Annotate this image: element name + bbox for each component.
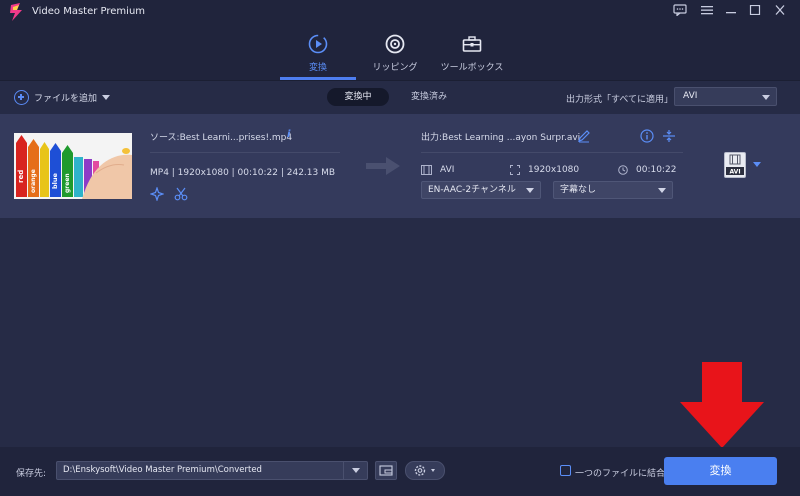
source-meta: MP4 | 1920x1080 | 00:10:22 | 242.13 MB: [150, 168, 336, 178]
add-icon: [14, 89, 29, 105]
thumb-label-green: green: [64, 173, 71, 193]
open-folder-button[interactable]: [375, 461, 397, 480]
save-path-input[interactable]: D:\Enskysoft\Video Master Premium\Conver…: [56, 461, 368, 480]
output-format-text: AVI: [440, 165, 455, 175]
folder-icon: [379, 465, 393, 476]
maximize-icon[interactable]: [746, 4, 764, 20]
output-duration-info: 00:10:22: [618, 165, 676, 175]
merge-files-label[interactable]: 一つのファイルに結合: [575, 466, 665, 479]
chevron-down-icon: [658, 188, 666, 193]
resize-icon: [510, 165, 520, 175]
minimize-icon[interactable]: [722, 4, 740, 20]
scissors-icon[interactable]: [174, 187, 188, 201]
source-divider: [150, 152, 340, 153]
source-file-name: ソース:Best Learni...prises!.mp4: [150, 133, 293, 143]
audio-track-select[interactable]: EN-AAC-2チャンネル: [421, 181, 541, 199]
tab-convert-label: 変換: [308, 63, 327, 73]
compress-icon[interactable]: [662, 129, 676, 143]
feedback-icon[interactable]: [671, 4, 689, 20]
save-location-label: 保存先:: [16, 469, 47, 479]
settings-button[interactable]: [405, 461, 445, 480]
app-logo-icon: [10, 3, 22, 21]
tab-convert[interactable]: 変換: [280, 30, 356, 78]
output-resolution-text: 1920x1080: [528, 165, 580, 175]
close-icon[interactable]: [771, 4, 789, 20]
tab-ripping[interactable]: リッピング: [357, 30, 433, 78]
clock-icon: [618, 165, 628, 175]
chevron-down-icon: [762, 95, 770, 100]
gear-icon: [414, 465, 426, 476]
output-resolution-info: 1920x1080: [510, 165, 579, 175]
enhance-icon[interactable]: [150, 187, 164, 201]
subtitle-value: 字幕なし: [560, 185, 597, 195]
format-chevron-down-icon[interactable]: [753, 162, 761, 167]
chevron-down-icon: [526, 188, 534, 193]
merge-files-checkbox[interactable]: [560, 465, 571, 476]
output-duration-text: 00:10:22: [636, 165, 677, 175]
tab-toolbox[interactable]: ツールボックス: [434, 30, 510, 78]
film-icon: [421, 165, 432, 175]
add-file-label: ファイルを追加: [34, 93, 98, 104]
output-format-label: 出力形式「すべてに適用」:: [566, 95, 677, 105]
output-format-value: AVI: [683, 91, 698, 101]
thumb-label-blue: blue: [51, 172, 59, 189]
output-format-info: AVI: [421, 165, 454, 175]
output-divider: [421, 152, 683, 153]
tab-converting[interactable]: 変換中: [327, 88, 389, 106]
audio-track-value: EN-AAC-2チャンネル: [428, 185, 516, 195]
toolbar-divider: [0, 80, 800, 81]
thumb-label-red: red: [17, 170, 25, 183]
tab-ripping-label: リッピング: [372, 63, 418, 73]
info-icon[interactable]: i: [287, 129, 295, 140]
format-badge-text: AVI: [729, 169, 740, 176]
toolbox-icon: [462, 36, 482, 52]
chevron-down-icon: [352, 468, 360, 473]
chevron-down-icon: [102, 94, 111, 100]
tab-converted[interactable]: 変換済み: [398, 88, 460, 106]
info-circle-icon[interactable]: [640, 129, 654, 143]
menu-icon[interactable]: [698, 4, 716, 20]
chevron-down-icon: [431, 469, 435, 472]
red-arrow-down-icon: [680, 362, 764, 448]
save-path-dropdown[interactable]: [343, 461, 368, 480]
format-avi-badge[interactable]: AVI: [724, 152, 746, 178]
app-title: Video Master Premium: [32, 6, 146, 17]
add-file-button[interactable]: ファイルを追加: [14, 89, 111, 105]
edit-icon[interactable]: [577, 129, 591, 143]
video-thumbnail[interactable]: red orange blue green: [14, 133, 132, 199]
subtitle-select[interactable]: 字幕なし: [553, 181, 673, 199]
convert-all-button[interactable]: 変換: [664, 457, 777, 485]
tab-toolbox-label: ツールボックス: [440, 63, 504, 73]
convert-icon: [308, 34, 328, 54]
output-format-select[interactable]: AVI: [674, 87, 777, 106]
disc-icon: [385, 34, 405, 54]
arrow-right-icon: [366, 157, 400, 175]
output-file-name: 出力:Best Learning ...ayon Surpr.avi: [421, 133, 581, 143]
thumb-label-orange: orange: [30, 169, 37, 193]
